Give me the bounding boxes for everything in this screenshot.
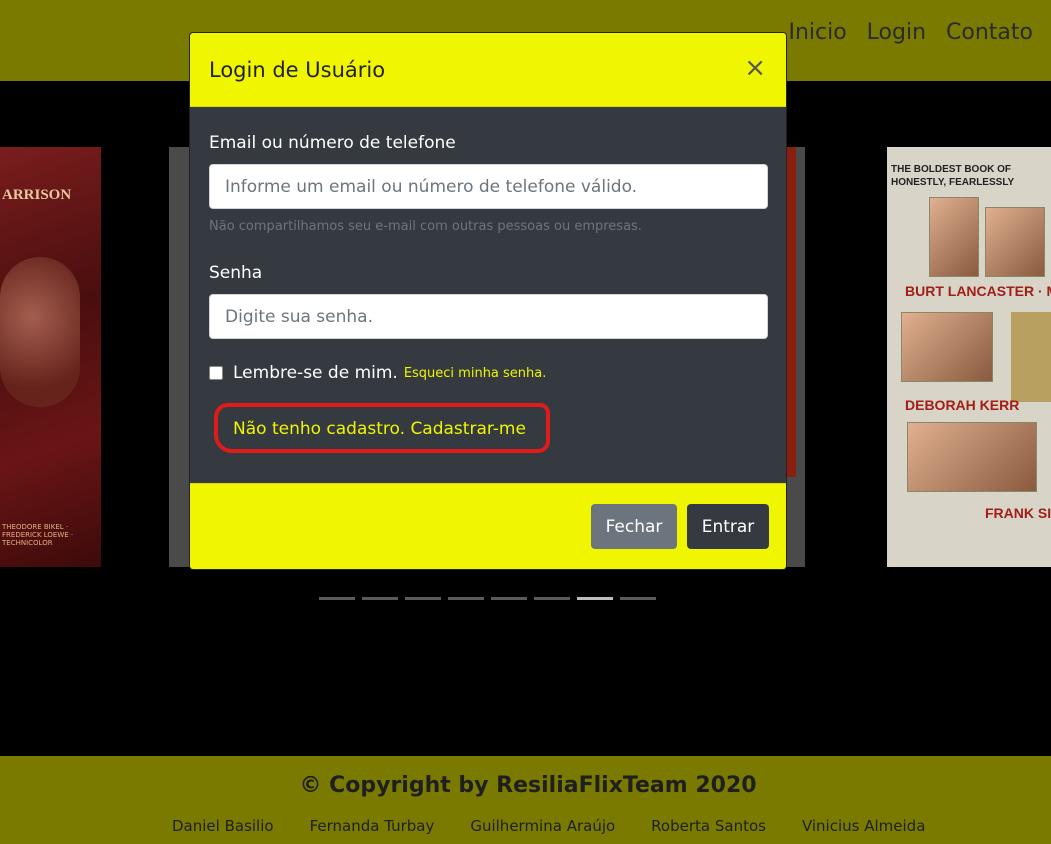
carousel-indicator[interactable] — [577, 597, 613, 600]
carousel-indicator[interactable] — [319, 597, 355, 600]
poster-right-title: THE BOLDEST BOOK OF HONESTLY, FEARLESSLY — [891, 164, 1015, 188]
carousel-indicator[interactable] — [491, 597, 527, 600]
forgot-password-link[interactable]: Esqueci minha senha. — [404, 366, 547, 381]
close-icon[interactable]: × — [744, 55, 766, 81]
copyright-text: © Copyright by ResiliaFlixTeam 2020 — [299, 773, 757, 798]
remember-row: Lembre-se de mim. Esqueci minha senha. — [209, 363, 546, 383]
nav-link-inicio[interactable]: Inicio — [788, 20, 846, 45]
team-member: Fernanda Turbay — [309, 817, 435, 835]
poster-photo — [929, 197, 979, 277]
carousel-indicator[interactable] — [448, 597, 484, 600]
carousel-indicator[interactable] — [405, 597, 441, 600]
password-label: Senha — [209, 263, 263, 283]
email-label: Email ou número de telefone — [209, 133, 456, 153]
poster-illustration — [0, 257, 80, 407]
team-member: Roberta Santos — [651, 817, 766, 835]
modal-footer: Fechar Entrar — [190, 483, 786, 569]
nav-links: Inicio Login Contato — [788, 20, 1033, 45]
email-help-text: Não compartilhamos seu e-mail com outras… — [209, 219, 642, 234]
poster-actor-2: DEBORAH KERR — [905, 397, 1020, 413]
modal-title: Login de Usuário — [209, 58, 386, 82]
carousel-indicator[interactable] — [362, 597, 398, 600]
carousel-indicator[interactable] — [620, 597, 656, 600]
carousel-indicator[interactable] — [534, 597, 570, 600]
team-member: Daniel Basilio — [172, 817, 274, 835]
modal-body: Email ou número de telefone Não comparti… — [190, 107, 786, 485]
team-member: Guilhermina Araújo — [470, 817, 616, 835]
team-member: Vinicius Almeida — [801, 817, 926, 835]
register-link[interactable]: Não tenho cadastro. Cadastrar-me — [233, 419, 526, 439]
password-input[interactable] — [209, 294, 768, 339]
modal-header: Login de Usuário × — [190, 33, 786, 107]
poster-right[interactable]: THE BOLDEST BOOK OF HONESTLY, FEARLESSLY… — [887, 147, 1051, 567]
poster-actor-3: FRANK SINA — [985, 505, 1051, 521]
team-list: Daniel Basilio Fernanda Turbay Guilhermi… — [172, 817, 925, 835]
poster-left[interactable]: ARRISON THEODORE BIKEL · FREDERICK LOEWE… — [0, 147, 101, 567]
enter-button[interactable]: Entrar — [687, 504, 769, 549]
poster-photo — [985, 207, 1045, 277]
email-input[interactable] — [209, 164, 768, 209]
nav-link-contato[interactable]: Contato — [946, 20, 1033, 45]
footer: © Copyright by ResiliaFlixTeam 2020 Dani… — [0, 756, 1051, 844]
close-button[interactable]: Fechar — [591, 504, 677, 549]
remember-checkbox[interactable] — [209, 366, 223, 380]
poster-left-title: ARRISON — [2, 187, 72, 203]
carousel-indicators — [319, 597, 656, 600]
remember-label: Lembre-se de mim. — [233, 363, 398, 383]
poster-book-art — [1011, 312, 1051, 402]
poster-left-credits: THEODORE BIKEL · FREDERICK LOEWE · TECHN… — [2, 523, 74, 547]
login-modal: Login de Usuário × Email ou número de te… — [189, 32, 787, 570]
poster-actor-1: BURT LANCASTER · MO — [905, 283, 1051, 299]
nav-link-login[interactable]: Login — [867, 20, 926, 45]
poster-photo — [907, 422, 1037, 492]
poster-photo — [901, 312, 993, 382]
